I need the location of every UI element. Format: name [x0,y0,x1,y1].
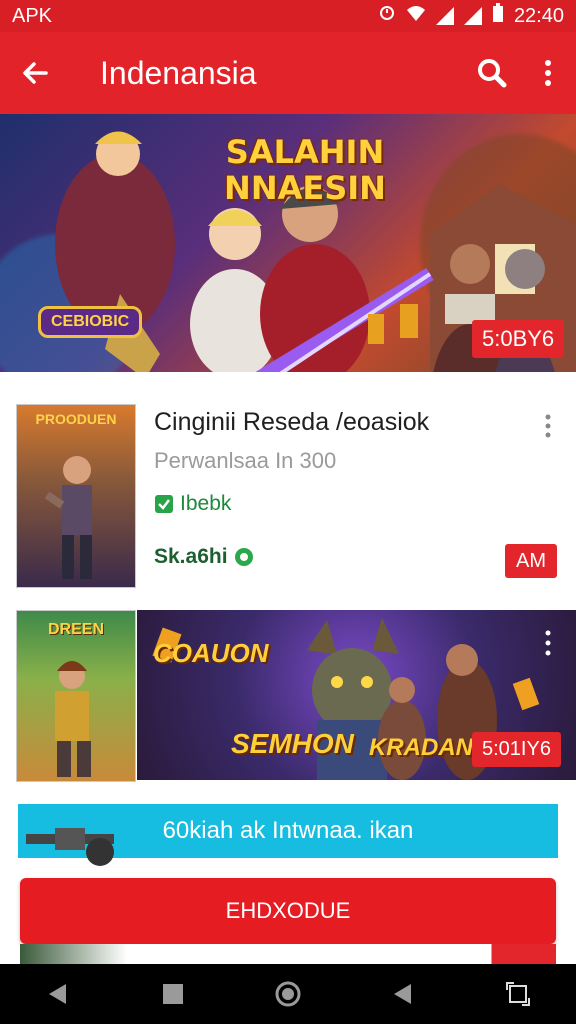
app-action-button[interactable]: AM [505,544,557,578]
nav-square-button[interactable] [143,964,203,1024]
hero-badge: 5:0BY6 [472,320,565,358]
app-subtitle: Perwanlsaa In 300 [154,448,337,473]
search-icon [478,59,507,88]
more-vert-icon [545,414,551,438]
more-options-button[interactable] [520,32,576,114]
row2-banner[interactable]: COAUON SEMHON KRADAN 5:01IY6 [137,610,576,780]
wifi-icon [406,4,426,28]
nav-rotate-button[interactable] [488,964,548,1024]
next-item-peek [20,944,556,964]
circle-home-icon [275,981,301,1007]
triangle-back-icon [48,984,66,1004]
alarm-icon [378,4,396,28]
row2-banner-title-2: SEMHON [231,728,354,759]
row2-badge: 5:01IY6 [472,732,561,767]
triangle-back-icon [394,984,412,1004]
signal-icon-1 [435,7,454,25]
search-button[interactable] [464,32,520,114]
nav-home-button[interactable] [258,964,318,1024]
back-button[interactable] [0,32,70,114]
nav-back-alt-button[interactable] [373,964,433,1024]
status-bar: APK 22:40 [0,0,576,32]
app-price-label: Sk.a6hi [154,545,228,568]
nav-back-button[interactable] [28,964,88,1024]
app-tag-label: Ibebk [180,492,232,515]
hero-title-line-1: SALAHIN [225,133,385,171]
verified-icon [234,548,253,566]
hero-banner[interactable]: SALAHIN NNAESIN CEBIOBIC 5:0BY6 [0,114,576,372]
app-thumbnail[interactable]: PROODUEN [16,404,136,588]
app-bar: Indenansia [0,32,576,114]
download-button[interactable]: EHDXODUE [20,878,556,944]
shield-check-icon [155,495,173,513]
thumb-title: PROODUEN [35,411,117,427]
status-left-label: APK [12,4,53,27]
row2-menu[interactable] [543,630,553,661]
signal-icon-2 [463,7,482,25]
download-button-label: EHDXODUE [225,898,351,923]
status-icons: 22:40 [378,3,564,29]
system-nav-bar [0,964,576,1024]
row2-banner-title-3: KRADAN [369,734,473,761]
promo-text: 60kiah ak Intwnaa. ikan [162,817,414,844]
more-vert-icon [545,60,551,86]
promo-drone-icon [20,818,120,875]
row2-thumb-character [55,661,91,777]
app-tag: Ibebk [154,492,231,516]
page-title: Indenansia [100,54,257,91]
app-price: Sk.a6hi [154,545,254,569]
arrow-left-icon [23,62,48,84]
app-card-menu[interactable] [543,414,553,438]
hero-logo-text: CEBIOBIC [51,313,130,330]
battery-icon [492,3,504,29]
hero-title: SALAHIN NNAESIN [180,134,430,206]
row2-thumbnail[interactable]: DREEN [16,610,136,782]
square-icon [162,984,183,1004]
thumb-character [44,456,92,579]
hero-title-line-2: NNAESIN [224,169,386,207]
status-time: 22:40 [513,4,564,27]
more-vert-icon [545,630,551,656]
rotate-screen-icon [506,982,531,1006]
row2-banner-title-1: COAUON [153,638,269,668]
app-name: Cinginii Reseda /eoasiok [154,408,430,436]
row2-thumb-title: DREEN [47,621,104,638]
hero-logo: CEBIOBIC [38,306,143,338]
